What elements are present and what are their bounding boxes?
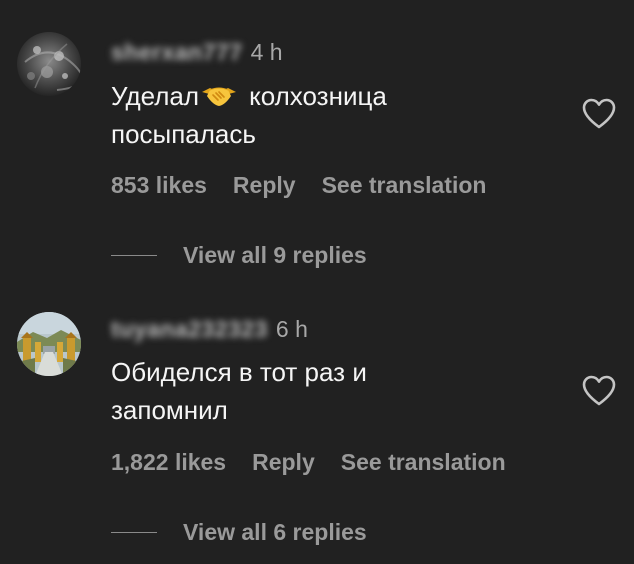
timestamp: 4 h — [250, 38, 283, 65]
comment-meta: sherxan777 4 h — [111, 36, 283, 68]
username[interactable]: tuyana232323 — [111, 316, 268, 343]
avatar[interactable] — [17, 312, 81, 376]
divider — [111, 255, 157, 256]
comment-text-line: запомнил — [111, 395, 228, 425]
comment-actions: 1,822 likes Reply See translation — [111, 449, 506, 476]
heart-outline-icon[interactable] — [582, 98, 616, 130]
heart-outline-icon[interactable] — [582, 375, 616, 407]
comment-text-part: Уделал — [111, 81, 200, 111]
like-count[interactable]: 1,822 likes — [111, 449, 226, 476]
username[interactable]: sherxan777 — [111, 39, 243, 66]
comment-text-line: посыпалась — [111, 119, 256, 149]
divider — [111, 532, 157, 533]
view-replies-button[interactable]: View all 6 replies — [111, 519, 367, 546]
comment-text: Уделал колхозница посыпалась — [111, 77, 551, 153]
see-translation-button[interactable]: See translation — [322, 172, 487, 199]
handshake-emoji-icon — [201, 81, 237, 107]
view-replies-button[interactable]: View all 9 replies — [111, 242, 367, 269]
like-count[interactable]: 853 likes — [111, 172, 207, 199]
reply-button[interactable]: Reply — [233, 172, 296, 199]
comment-meta: tuyana232323 6 h — [111, 313, 308, 345]
comment-thread: sherxan777 4 h Уделал колхозница посыпал… — [0, 0, 634, 564]
comment-text: Обиделся в тот раз и запомнил — [111, 353, 551, 429]
reply-button[interactable]: Reply — [252, 449, 315, 476]
view-replies-label: View all 6 replies — [183, 519, 367, 545]
comment-actions: 853 likes Reply See translation — [111, 172, 486, 199]
timestamp: 6 h — [275, 315, 308, 342]
comment-text-line: Обиделся в тот раз и — [111, 357, 367, 387]
see-translation-button[interactable]: See translation — [341, 449, 506, 476]
comment-text-part: колхозница — [249, 81, 387, 111]
view-replies-label: View all 9 replies — [183, 242, 367, 268]
avatar[interactable] — [17, 32, 81, 96]
